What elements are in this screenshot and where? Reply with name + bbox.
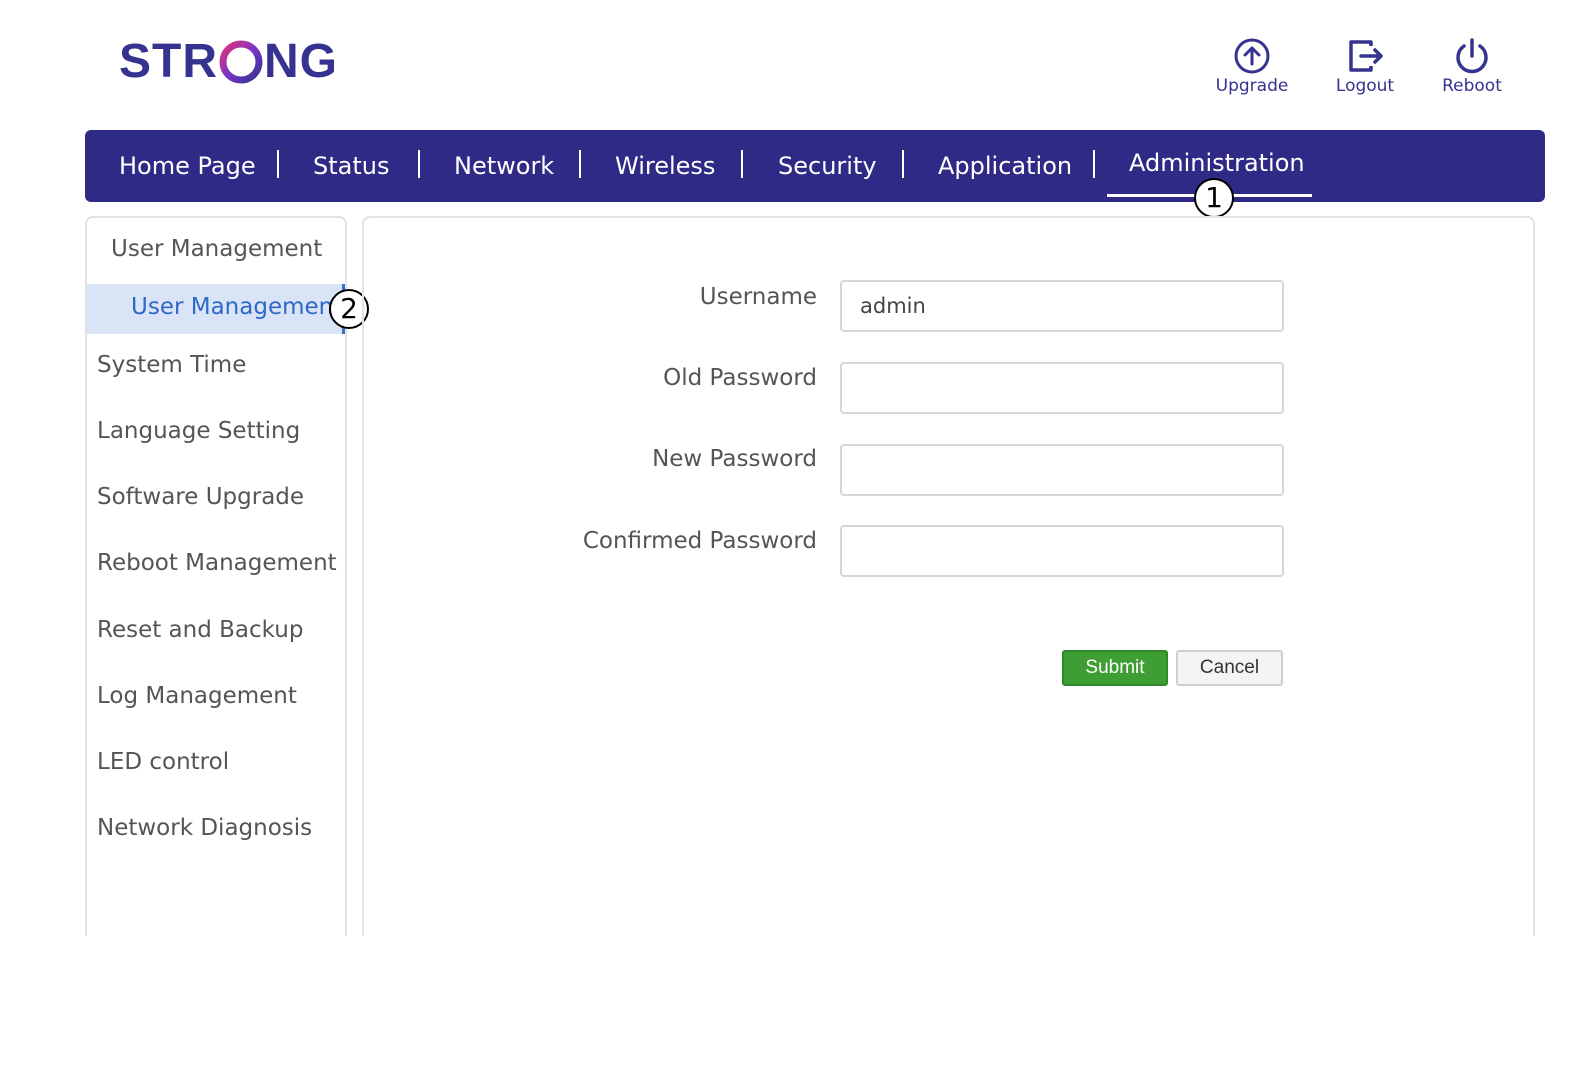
username-input[interactable] (840, 280, 1284, 332)
nav-divider (579, 150, 581, 178)
nav-application[interactable]: Application (938, 130, 1072, 202)
main-nav: Home Page Status Network Wireless Securi… (85, 130, 1545, 202)
upgrade-icon (1234, 38, 1270, 74)
power-icon (1456, 38, 1488, 74)
sidebar: User Management User Management System T… (85, 216, 347, 936)
nav-divider (277, 150, 279, 178)
nav-status[interactable]: Status (313, 130, 389, 202)
reboot-button[interactable]: Reboot (1427, 36, 1517, 96)
nav-divider (902, 150, 904, 178)
logout-button[interactable]: Logout (1320, 36, 1410, 96)
upgrade-label: Upgrade (1215, 76, 1289, 96)
old-password-input[interactable] (840, 362, 1284, 414)
new-password-label: New Password (652, 446, 817, 472)
nav-divider (1093, 150, 1095, 178)
new-password-input[interactable] (840, 444, 1284, 496)
submit-button[interactable]: Submit (1062, 650, 1168, 686)
confirmed-password-label: Confirmed Password (582, 528, 817, 554)
sidebar-item-system-time[interactable]: System Time (97, 352, 246, 378)
logout-label: Logout (1335, 76, 1395, 96)
sidebar-item-reset-and-backup[interactable]: Reset and Backup (97, 617, 303, 643)
strong-logo: STR NG (119, 36, 338, 88)
sidebar-item-log-management[interactable]: Log Management (97, 683, 297, 709)
confirmed-password-input[interactable] (840, 525, 1284, 577)
upgrade-button[interactable]: Upgrade (1207, 36, 1297, 96)
sidebar-group-user-management[interactable]: User Management (111, 236, 322, 262)
sidebar-item-network-diagnosis[interactable]: Network Diagnosis (97, 815, 312, 841)
logo-text-prefix: STR (119, 35, 218, 88)
cancel-button[interactable]: Cancel (1176, 650, 1283, 686)
logout-icon (1349, 40, 1383, 72)
nav-divider (741, 150, 743, 178)
old-password-label: Old Password (663, 365, 817, 391)
sidebar-item-label: User Management (131, 294, 343, 320)
user-management-panel: Username Old Password New Password Confi… (362, 216, 1535, 936)
username-label: Username (699, 284, 817, 310)
sidebar-item-reboot-management[interactable]: Reboot Management (97, 550, 337, 576)
reboot-label: Reboot (1442, 76, 1502, 96)
nav-wireless[interactable]: Wireless (615, 130, 715, 202)
sidebar-item-language-setting[interactable]: Language Setting (97, 418, 300, 444)
nav-divider (418, 150, 420, 178)
nav-security[interactable]: Security (778, 130, 877, 202)
sidebar-item-software-upgrade[interactable]: Software Upgrade (97, 484, 304, 510)
logo-o-ring (219, 40, 263, 84)
sidebar-item-led-control[interactable]: LED control (97, 749, 229, 775)
logo-text-suffix: NG (264, 35, 338, 88)
callout-marker-1: 1 (1194, 178, 1234, 218)
nav-home-page[interactable]: Home Page (119, 130, 256, 202)
nav-network[interactable]: Network (454, 130, 554, 202)
sidebar-item-user-management[interactable]: User Management (87, 284, 345, 334)
